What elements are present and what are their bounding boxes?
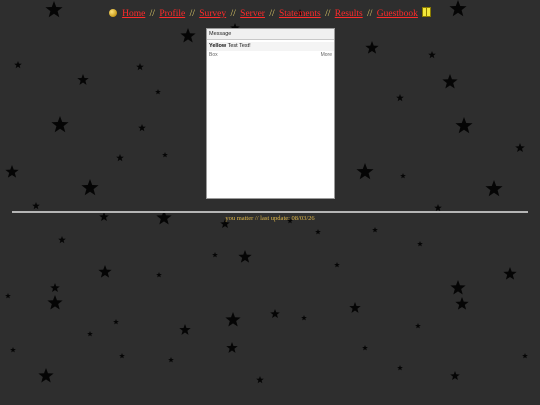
- star-icon: [455, 297, 469, 310]
- nav-link-server[interactable]: Server: [240, 9, 265, 19]
- star-icon: [32, 202, 40, 210]
- star-icon: [450, 280, 466, 295]
- star-icon: [180, 28, 196, 43]
- star-icon: [81, 179, 99, 196]
- nav-link-results[interactable]: Results: [335, 9, 363, 19]
- star-icon: [396, 94, 404, 102]
- star-icon: [417, 241, 423, 247]
- star-icon: [179, 324, 191, 335]
- star-icon: [256, 376, 264, 384]
- nav-separator: //: [230, 9, 236, 19]
- nav-separator: //: [325, 9, 331, 19]
- star-icon: [138, 124, 146, 132]
- nav-link-statements[interactable]: Statements: [279, 9, 321, 19]
- smiley-icon: [108, 9, 117, 17]
- star-icon: [98, 265, 112, 278]
- star-icon: [503, 267, 517, 280]
- star-icon: [156, 272, 162, 278]
- star-icon: [50, 283, 60, 293]
- star-icon: [87, 331, 93, 337]
- star-icon: [10, 347, 16, 353]
- star-icon: [225, 312, 241, 327]
- star-icon: [455, 117, 473, 134]
- star-icon: [212, 252, 218, 258]
- horizontal-divider: [12, 211, 528, 213]
- star-icon: [315, 229, 321, 235]
- star-icon: [485, 180, 503, 197]
- star-icon: [58, 236, 66, 244]
- star-icon: [450, 371, 460, 381]
- star-icon: [301, 315, 307, 321]
- star-icon: [226, 342, 238, 353]
- nav-link-home[interactable]: Home: [122, 9, 145, 19]
- star-icon: [442, 74, 458, 89]
- nav-link-guestbook[interactable]: Guestbook: [377, 9, 418, 19]
- top-navigation: Home // Profile // Survey // Server // S…: [0, 7, 540, 19]
- nav-separator: //: [269, 9, 275, 19]
- message-box-link-more[interactable]: More: [321, 51, 332, 60]
- star-icon: [47, 295, 63, 310]
- book-icon: [422, 7, 432, 17]
- nav-separator: //: [149, 9, 155, 19]
- star-icon: [113, 319, 119, 325]
- star-icon: [349, 302, 361, 313]
- message-entry: Yellow Test Test!: [207, 42, 334, 51]
- star-icon: [415, 323, 421, 329]
- star-icon: [162, 152, 168, 158]
- star-icon: [51, 116, 69, 133]
- footer-status: you matter // last update: 08/03/26: [225, 215, 315, 222]
- nav-separator: //: [367, 9, 373, 19]
- star-icon: [270, 309, 280, 319]
- message-box[interactable]: Message Yellow Test Test! Box More: [206, 28, 335, 199]
- message-box-footer: Box More: [207, 51, 334, 60]
- star-icon: [362, 345, 368, 351]
- star-icon: [365, 41, 379, 54]
- star-icon: [116, 154, 124, 162]
- star-icon: [515, 143, 525, 153]
- message-box-link-box[interactable]: Box: [209, 51, 218, 60]
- nav-separator: //: [189, 9, 195, 19]
- message-author: Yellow: [209, 43, 227, 49]
- star-icon: [334, 262, 340, 268]
- star-icon: [155, 89, 161, 95]
- nav-link-profile[interactable]: Profile: [159, 9, 185, 19]
- message-box-header: Message: [207, 29, 334, 40]
- star-icon: [372, 227, 378, 233]
- star-icon: [428, 51, 436, 59]
- star-icon: [356, 163, 374, 180]
- star-icon: [136, 63, 144, 71]
- star-icon: [397, 365, 403, 371]
- nav-link-survey[interactable]: Survey: [199, 9, 226, 19]
- star-icon: [168, 357, 174, 363]
- star-icon: [522, 353, 528, 359]
- star-icon: [77, 74, 89, 85]
- star-icon: [5, 293, 11, 299]
- star-icon: [400, 173, 406, 179]
- star-icon: [38, 368, 54, 383]
- star-icon: [119, 353, 125, 359]
- star-icon: [5, 165, 19, 178]
- star-icon: [238, 250, 252, 263]
- star-icon: [14, 61, 22, 69]
- message-text: Test Test!: [227, 43, 251, 49]
